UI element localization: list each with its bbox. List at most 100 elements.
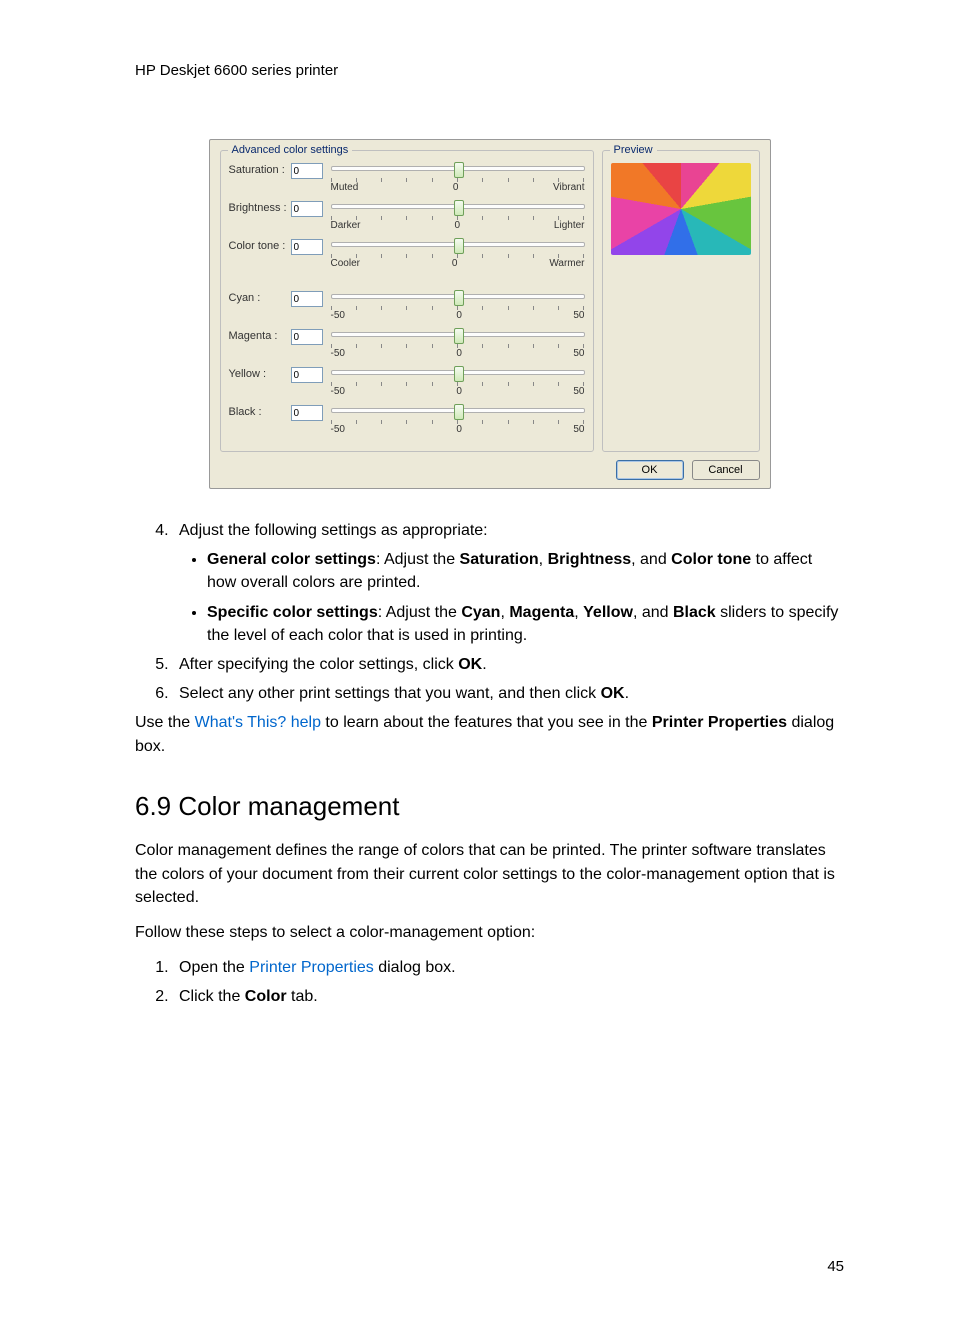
cm-follow-paragraph: Follow these steps to select a color-man… bbox=[135, 921, 844, 944]
printer-properties-link[interactable]: Printer Properties bbox=[249, 959, 374, 976]
step-4: Adjust the following settings as appropr… bbox=[173, 519, 844, 647]
slider-thumb[interactable] bbox=[454, 328, 464, 344]
slider-value-input[interactable] bbox=[291, 291, 323, 307]
step-5: After specifying the color settings, cli… bbox=[173, 653, 844, 676]
text: , bbox=[500, 604, 509, 621]
text: Click the bbox=[179, 988, 245, 1005]
cmyk-slider-row: Magenta : -50 0 50 bbox=[229, 329, 585, 359]
bullet-general: General color settings: Adjust the Satur… bbox=[207, 548, 844, 594]
general-slider-row: Saturation : Muted 0 Vibrant bbox=[229, 163, 585, 193]
step-6: Select any other print settings that you… bbox=[173, 682, 844, 705]
slider-min-label: Darker bbox=[331, 220, 361, 231]
slider-value-input[interactable] bbox=[291, 163, 323, 179]
text: , and bbox=[633, 604, 673, 621]
cm-step-2: Click the Color tab. bbox=[173, 985, 844, 1008]
slider-min-label: Muted bbox=[331, 182, 359, 193]
general-slider-row: Color tone :Cooler0Warmer bbox=[229, 239, 585, 269]
text: General color settings bbox=[207, 551, 376, 568]
text: tab. bbox=[287, 988, 318, 1005]
slider-max-label: 50 bbox=[573, 386, 584, 397]
slider-mid-label: 0 bbox=[456, 348, 462, 359]
text: Cyan bbox=[461, 604, 500, 621]
text: dialog box. bbox=[374, 959, 456, 976]
slider-thumb[interactable] bbox=[454, 238, 464, 254]
cmyk-slider-row: Yellow :-50050 bbox=[229, 367, 585, 397]
slider-max-label: Vibrant bbox=[553, 182, 585, 193]
slider-value-input[interactable] bbox=[291, 405, 323, 421]
slider-value-input[interactable] bbox=[291, 201, 323, 217]
slider-max-label: Warmer bbox=[549, 258, 584, 269]
whats-this-paragraph: Use the What's This? help to learn about… bbox=[135, 711, 844, 757]
page-header: HP Deskjet 6600 series printer bbox=[135, 62, 844, 79]
slider-thumb[interactable] bbox=[454, 404, 464, 420]
slider-label: Brightness : bbox=[229, 201, 291, 214]
ok-button[interactable]: OK bbox=[616, 460, 684, 480]
slider-min-label: -50 bbox=[331, 310, 345, 321]
slider-thumb[interactable] bbox=[454, 162, 464, 178]
text: Printer Properties bbox=[652, 714, 787, 731]
slider-thumb[interactable] bbox=[454, 200, 464, 216]
slider-mid-label: 0 bbox=[456, 424, 462, 435]
slider-max-label: 50 bbox=[573, 348, 584, 359]
slider-value-input[interactable] bbox=[291, 329, 323, 345]
text: Specific color settings bbox=[207, 604, 378, 621]
preview-legend: Preview bbox=[610, 144, 657, 156]
page-number: 45 bbox=[827, 1258, 844, 1275]
slider-track[interactable] bbox=[331, 163, 585, 177]
cm-step-1: Open the Printer Properties dialog box. bbox=[173, 956, 844, 979]
text: , bbox=[574, 604, 583, 621]
step-4-text: Adjust the following settings as appropr… bbox=[179, 522, 488, 539]
slider-mid-label: 0 bbox=[452, 258, 458, 269]
whats-this-help-link[interactable]: What's This? help bbox=[195, 714, 321, 731]
slider-value-input[interactable] bbox=[291, 239, 323, 255]
slider-min-label: -50 bbox=[331, 424, 345, 435]
text: Color tone bbox=[671, 551, 751, 568]
slider-label: Cyan : bbox=[229, 291, 291, 304]
preview-image bbox=[611, 163, 751, 255]
slider-track[interactable] bbox=[331, 329, 585, 343]
slider-label: Black : bbox=[229, 405, 291, 418]
slider-mid-label: 0 bbox=[456, 310, 462, 321]
text: After specifying the color settings, cli… bbox=[179, 656, 458, 673]
text: , bbox=[539, 551, 548, 568]
slider-track[interactable] bbox=[331, 239, 585, 253]
text: . bbox=[625, 685, 629, 702]
cancel-button[interactable]: Cancel bbox=[692, 460, 760, 480]
text: Magenta bbox=[509, 604, 574, 621]
slider-value-input[interactable] bbox=[291, 367, 323, 383]
bullet-specific: Specific color settings: Adjust the Cyan… bbox=[207, 601, 844, 647]
text: Select any other print settings that you… bbox=[179, 685, 601, 702]
advanced-color-settings-group: Advanced color settings Saturation :Mute… bbox=[220, 150, 594, 452]
slider-track[interactable] bbox=[331, 405, 585, 419]
general-slider-row: Brightness :Darker0Lighter bbox=[229, 201, 585, 231]
slider-thumb[interactable] bbox=[454, 290, 464, 306]
slider-max-label: 50 bbox=[573, 424, 584, 435]
slider-mid-label: 0 bbox=[456, 386, 462, 397]
slider-min-label: -50 bbox=[331, 386, 345, 397]
group-legend: Advanced color settings bbox=[228, 144, 353, 156]
slider-label: Magenta : bbox=[229, 329, 291, 342]
text: Color bbox=[245, 988, 287, 1005]
text: . bbox=[482, 656, 486, 673]
text: Open the bbox=[179, 959, 249, 976]
text: to learn about the features that you see… bbox=[321, 714, 652, 731]
text: : Adjust the bbox=[376, 551, 460, 568]
text: , and bbox=[631, 551, 671, 568]
text: OK bbox=[601, 685, 625, 702]
slider-mid-label: 0 bbox=[453, 182, 459, 193]
advanced-color-settings-dialog: Advanced color settings Saturation : Mute… bbox=[209, 139, 771, 489]
slider-label: Saturation : bbox=[229, 163, 291, 176]
text: OK bbox=[458, 656, 482, 673]
cm-intro-paragraph: Color management defines the range of co… bbox=[135, 839, 844, 909]
text: Black bbox=[673, 604, 716, 621]
slider-track[interactable] bbox=[331, 201, 585, 215]
slider-track[interactable] bbox=[331, 291, 585, 305]
slider-thumb[interactable] bbox=[454, 366, 464, 382]
slider-min-label: -50 bbox=[331, 348, 345, 359]
cmyk-slider-row: Cyan :-50050 bbox=[229, 291, 585, 321]
slider-track[interactable] bbox=[331, 367, 585, 381]
cmyk-slider-row: Black : -50 0 50 bbox=[229, 405, 585, 435]
slider-label: Color tone : bbox=[229, 239, 291, 252]
text: Use the bbox=[135, 714, 195, 731]
text: : Adjust the bbox=[378, 604, 462, 621]
